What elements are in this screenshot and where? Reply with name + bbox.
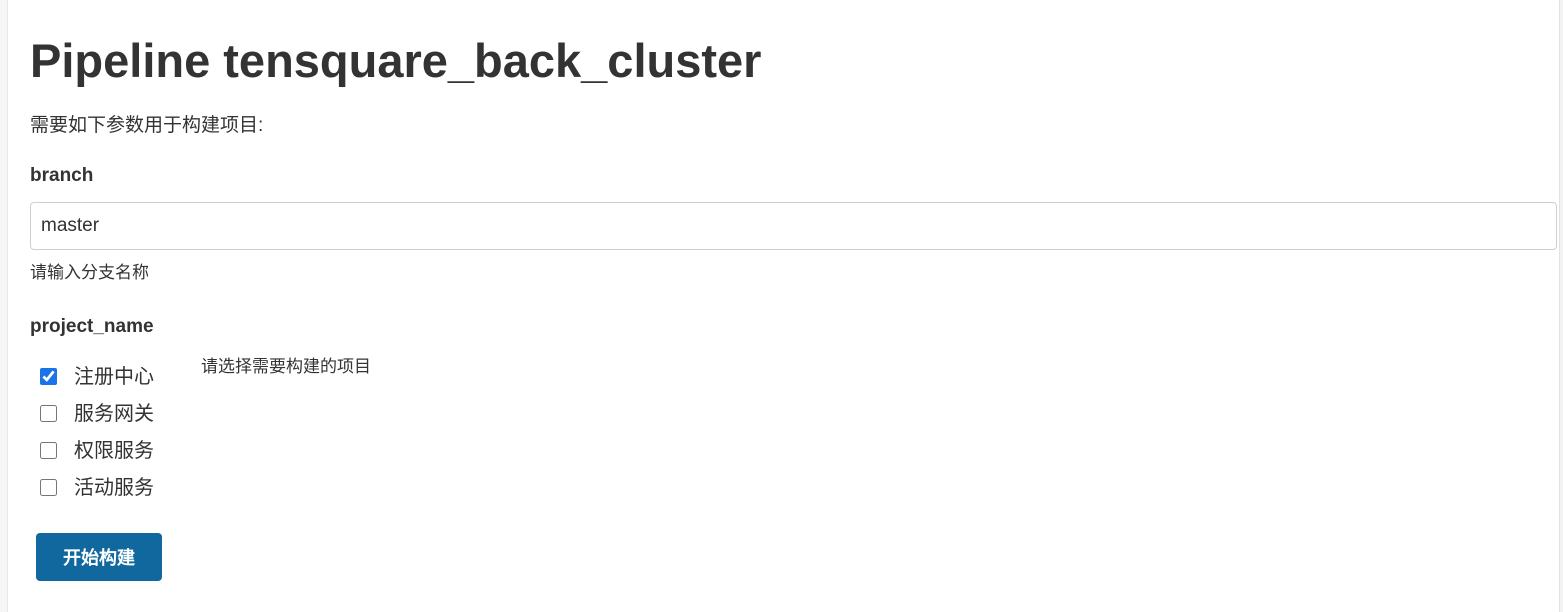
- build-with-parameters-page: Pipeline tensquare_back_cluster 需要如下参数用于…: [0, 0, 1563, 612]
- project-option-checkbox[interactable]: [40, 368, 57, 385]
- project-name-parameter-label: project_name: [30, 316, 154, 337]
- project-option-label[interactable]: 权限服务: [74, 438, 154, 464]
- branch-input[interactable]: [30, 202, 1557, 250]
- page-title: Pipeline tensquare_back_cluster: [30, 34, 762, 87]
- right-scrollbar-edge: [1559, 0, 1563, 612]
- parameters-intro-text: 需要如下参数用于构建项目:: [30, 115, 264, 136]
- project-option-label[interactable]: 服务网关: [74, 401, 154, 427]
- project-option-checkbox[interactable]: [40, 479, 57, 496]
- project-name-checkbox-list: 注册中心 服务网关 权限服务 活动服务: [40, 358, 154, 506]
- branch-parameter-label: branch: [30, 165, 94, 186]
- left-sidebar-edge: [0, 0, 8, 612]
- project-option-label[interactable]: 注册中心: [74, 364, 154, 390]
- project-option-checkbox[interactable]: [40, 405, 57, 422]
- project-name-description: 请选择需要构建的项目: [201, 357, 371, 376]
- start-build-button[interactable]: 开始构建: [36, 533, 162, 581]
- project-option-checkbox[interactable]: [40, 442, 57, 459]
- project-option[interactable]: 服务网关: [40, 395, 154, 432]
- project-option[interactable]: 权限服务: [40, 432, 154, 469]
- project-option[interactable]: 注册中心: [40, 358, 154, 395]
- branch-description: 请输入分支名称: [30, 263, 149, 282]
- project-option[interactable]: 活动服务: [40, 469, 154, 506]
- project-option-label[interactable]: 活动服务: [74, 475, 154, 501]
